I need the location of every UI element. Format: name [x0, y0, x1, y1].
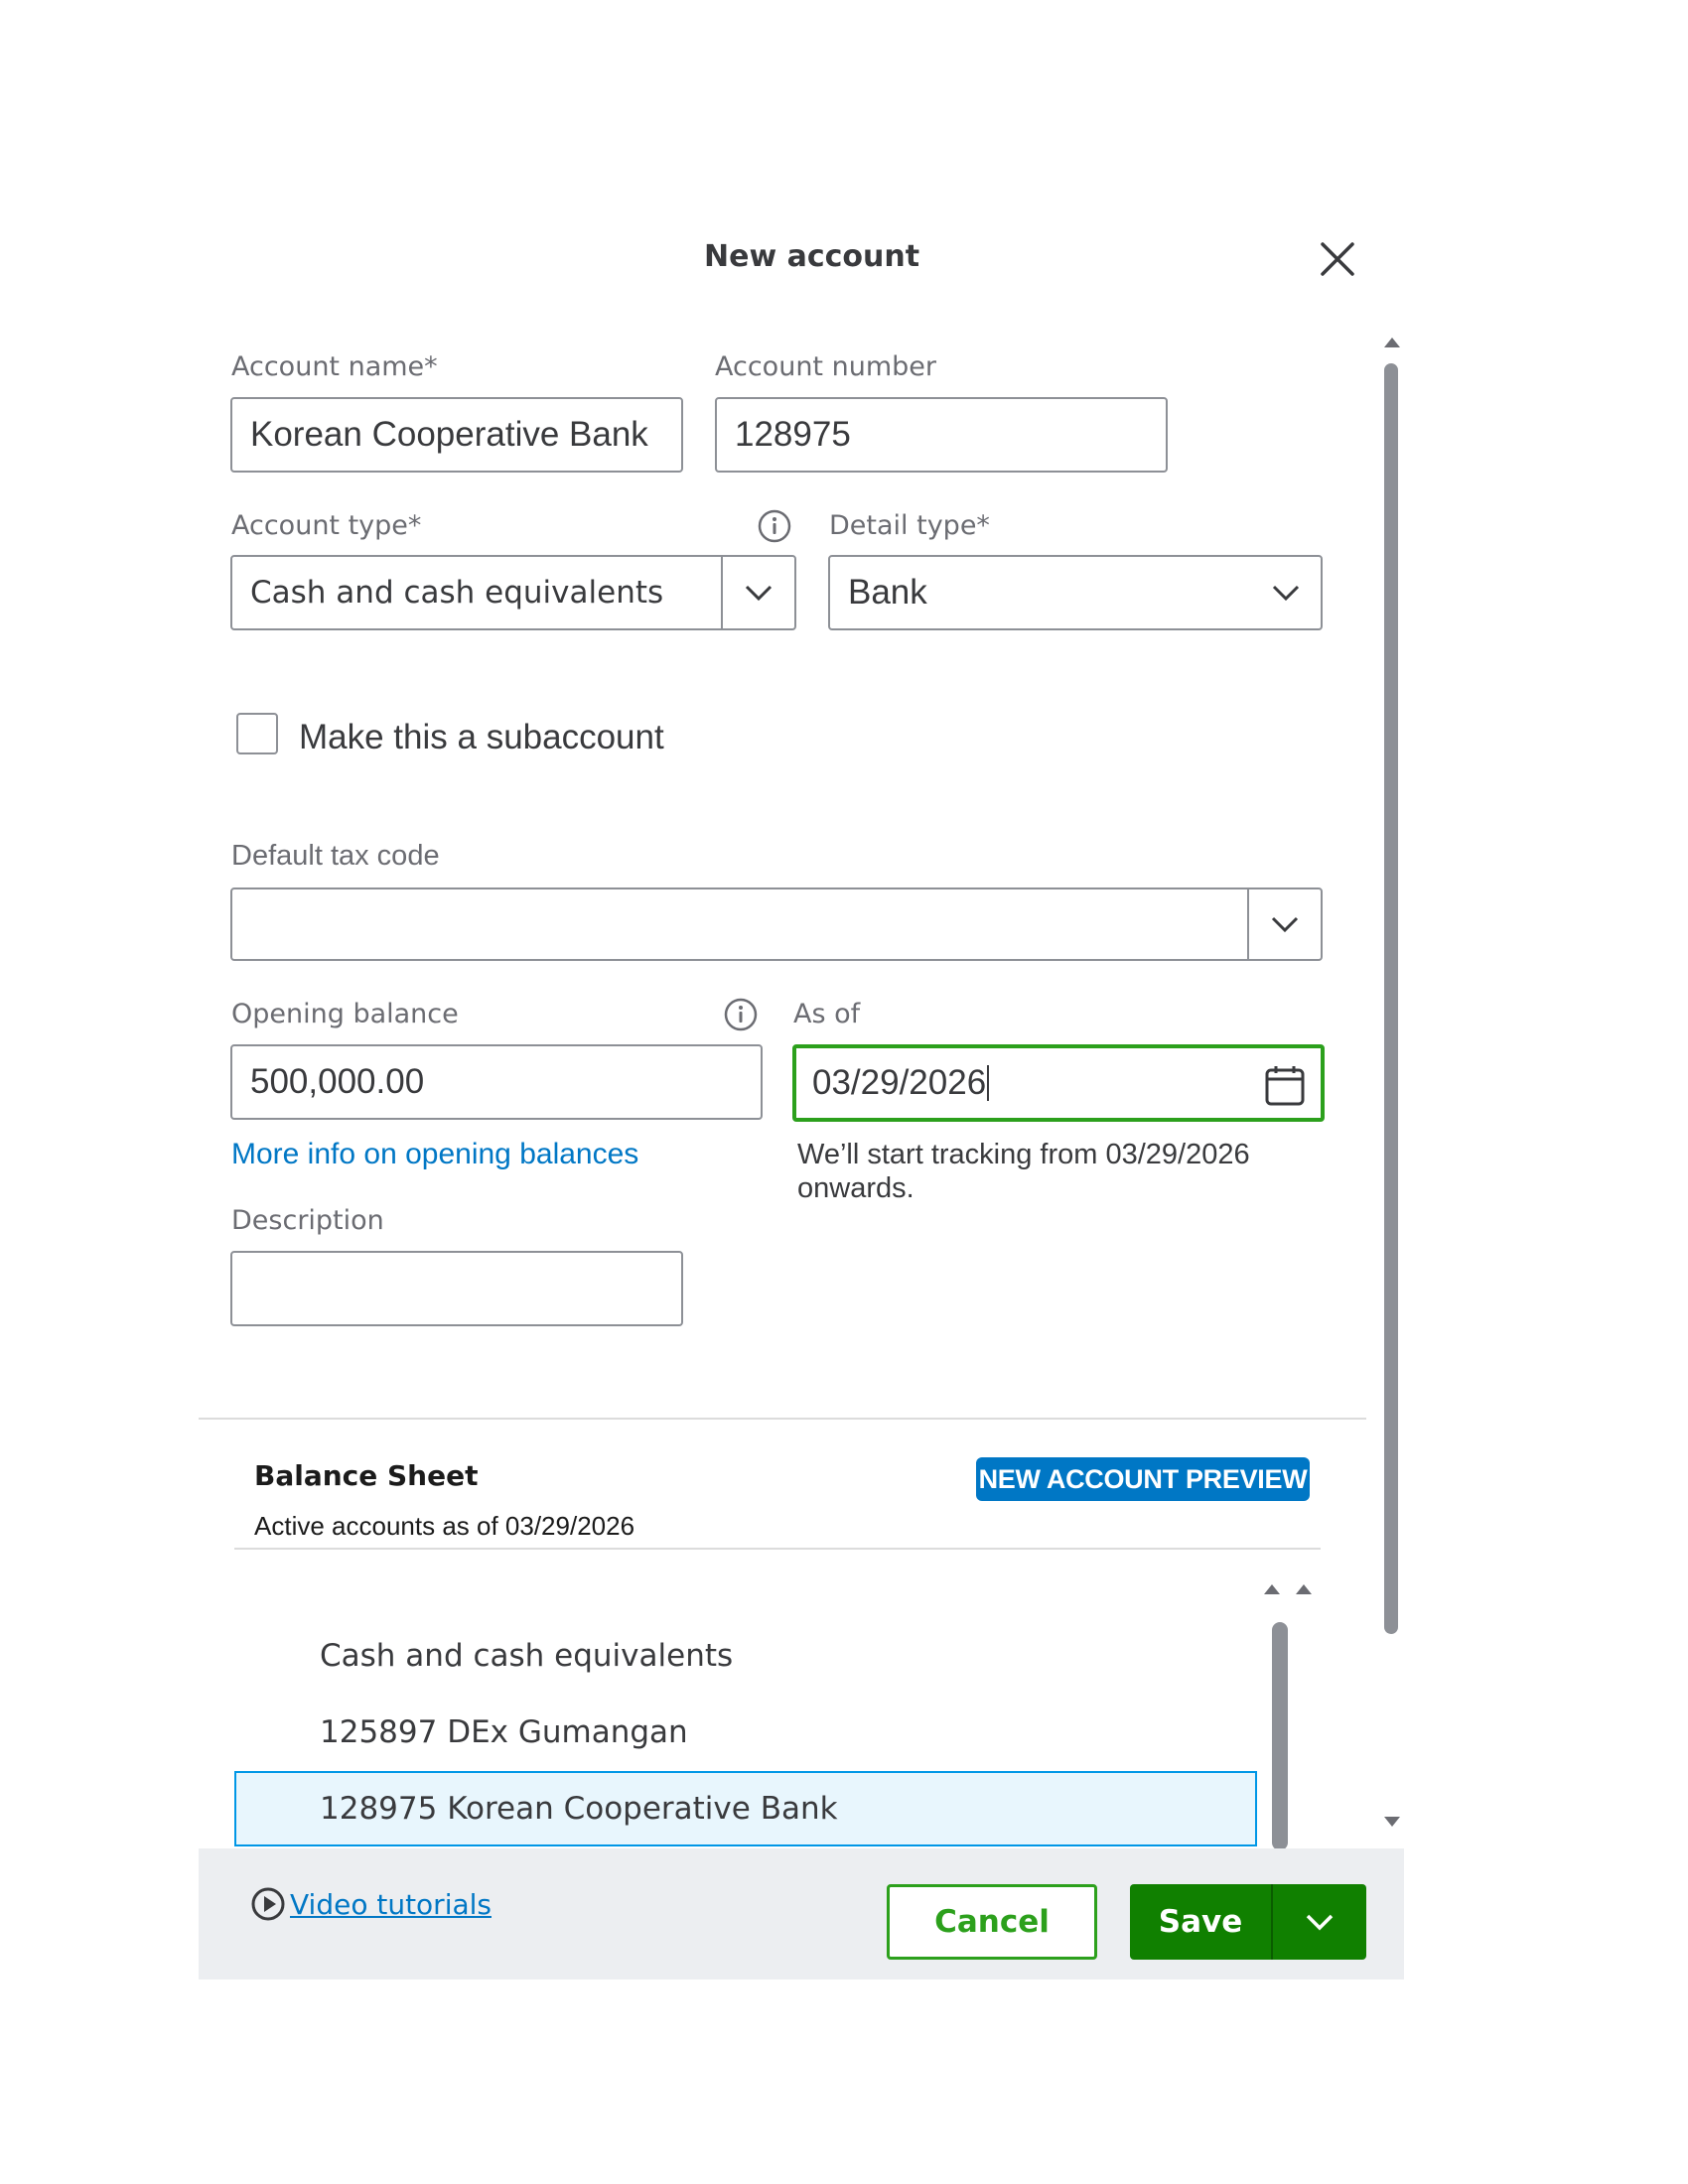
opening-balance-value: 500,000.00 — [250, 1062, 425, 1101]
preview-divider — [234, 1548, 1321, 1550]
inner-scroll-up-icon[interactable] — [1262, 1578, 1314, 1596]
tax-code-select[interactable] — [230, 887, 1323, 961]
info-icon[interactable] — [723, 997, 759, 1032]
subaccount-label[interactable]: Make this a subaccount — [299, 718, 664, 757]
description-label: Description — [231, 1205, 384, 1236]
account-name-input[interactable]: Korean Cooperative Bank — [230, 397, 683, 473]
detail-type-select[interactable]: Bank — [828, 555, 1323, 630]
as-of-label: As of — [793, 999, 861, 1029]
as-of-hint: We’ll start tracking from 03/29/2026 onw… — [797, 1139, 1250, 1204]
account-number-input[interactable]: 128975 — [715, 397, 1168, 473]
subaccount-checkbox[interactable] — [236, 713, 278, 754]
list-item-new-account: 128975 Korean Cooperative Bank — [234, 1771, 1257, 1846]
detail-type-label: Detail type* — [829, 510, 990, 541]
dialog-scroll-thumb[interactable] — [1384, 363, 1398, 1634]
tax-code-dropdown-button[interactable] — [1247, 889, 1321, 959]
preview-title: Balance Sheet — [254, 1459, 479, 1492]
chevron-down-icon — [1272, 585, 1300, 602]
text-cursor — [987, 1065, 990, 1101]
play-circle-icon — [251, 1887, 285, 1921]
preview-scroll-thumb[interactable] — [1272, 1622, 1288, 1850]
video-tutorials-label: Video tutorials — [290, 1887, 492, 1921]
cancel-button[interactable]: Cancel — [887, 1884, 1097, 1960]
calendar-icon[interactable] — [1263, 1064, 1307, 1108]
account-name-value: Korean Cooperative Bank — [250, 415, 648, 454]
close-button[interactable] — [1317, 238, 1358, 280]
save-options-button[interactable] — [1273, 1884, 1366, 1960]
list-item: Cash and cash equivalents — [320, 1638, 734, 1674]
description-input[interactable] — [230, 1251, 683, 1326]
account-type-value: Cash and cash equivalents — [250, 575, 664, 611]
preview-list: Cash and cash equivalents 125897 DEx Gum… — [234, 1588, 1267, 1848]
opening-balance-input[interactable]: 500,000.00 — [230, 1044, 763, 1120]
opening-balance-info-link[interactable]: More info on opening balances — [231, 1138, 638, 1171]
close-icon — [1321, 242, 1354, 276]
account-type-label: Account type* — [231, 510, 422, 541]
as-of-value: 03/29/2026 — [812, 1063, 987, 1102]
save-button[interactable]: Save — [1130, 1884, 1271, 1960]
opening-balance-label: Opening balance — [231, 999, 459, 1029]
scroll-down-icon[interactable] — [1382, 1815, 1402, 1831]
account-type-dropdown-button[interactable] — [721, 557, 794, 628]
chevron-down-icon — [1271, 916, 1299, 933]
scroll-up-icon[interactable] — [1382, 334, 1402, 349]
tax-code-label: Default tax code — [231, 840, 440, 872]
info-icon[interactable] — [757, 508, 792, 544]
detail-type-dropdown-button[interactable] — [1271, 557, 1301, 628]
section-divider — [199, 1418, 1366, 1420]
list-item: 125897 DEx Gumangan — [320, 1714, 688, 1750]
new-account-preview-badge: NEW ACCOUNT PREVIEW — [976, 1457, 1310, 1501]
account-name-label: Account name* — [231, 351, 438, 382]
detail-type-value: Bank — [848, 573, 927, 612]
preview-subtitle: Active accounts as of 03/29/2026 — [254, 1511, 635, 1541]
chevron-down-icon — [745, 585, 773, 602]
account-number-label: Account number — [715, 351, 936, 382]
chevron-down-icon — [1306, 1914, 1334, 1931]
account-type-select[interactable]: Cash and cash equivalents — [230, 555, 796, 630]
account-number-value: 128975 — [735, 415, 851, 454]
video-tutorials-link[interactable]: Video tutorials — [250, 1886, 492, 1922]
dialog-title: New account — [704, 239, 920, 274]
as-of-date-input[interactable]: 03/29/2026 — [792, 1044, 1325, 1122]
